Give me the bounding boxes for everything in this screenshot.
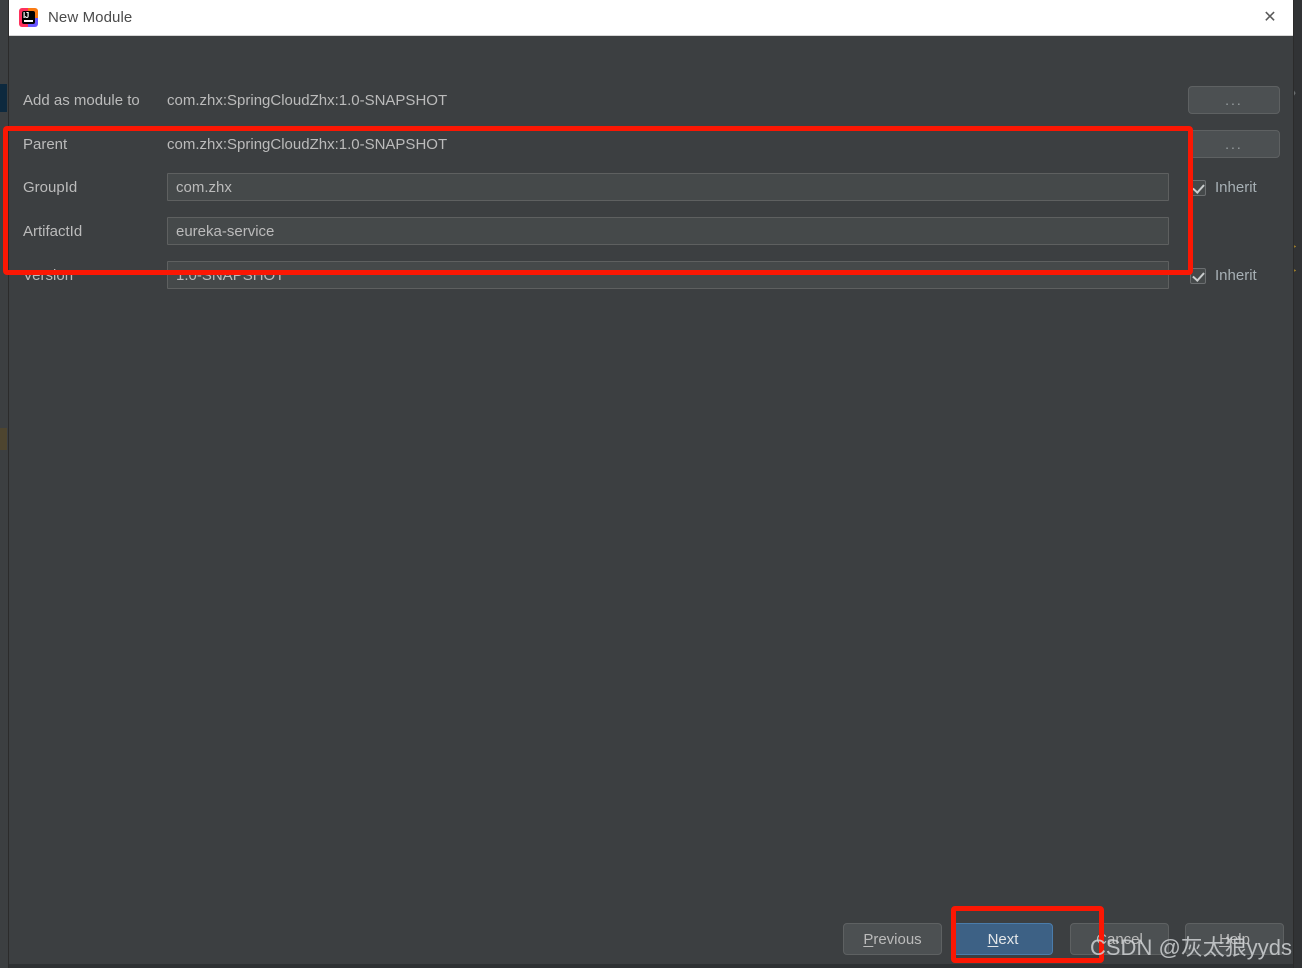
version-input[interactable]: 1.0-SNAPSHOT (167, 261, 1169, 289)
dialog-title: New Module (48, 9, 133, 26)
row-parent: Parent com.zhx:SpringCloudZhx:1.0-SNAPSH… (9, 122, 1293, 166)
dialog-body: Add as module to com.zhx:SpringCloudZhx:… (9, 36, 1293, 968)
screen: ❯ } } IJ New Module ✕ Add as module to c… (0, 0, 1302, 968)
add-as-module-to-browse-button[interactable]: ... (1188, 86, 1280, 114)
group-id-inherit-row[interactable]: Inherit (1190, 179, 1257, 196)
row-group-id: GroupId com.zhx (9, 165, 1293, 209)
row-artifact-id: ArtifactId eureka-service (9, 209, 1293, 253)
group-id-label: GroupId (23, 178, 78, 196)
add-as-module-to-value: com.zhx:SpringCloudZhx:1.0-SNAPSHOT (167, 91, 448, 109)
row-version: Version 1.0-SNAPSHOT (9, 253, 1293, 297)
version-inherit-checkbox[interactable] (1190, 267, 1206, 284)
row-add-as-module-to: Add as module to com.zhx:SpringCloudZhx:… (9, 78, 1293, 122)
new-module-dialog: IJ New Module ✕ Add as module to com.zhx… (8, 0, 1294, 968)
watermark: CSDN @灰太狼yyds (1090, 935, 1293, 960)
dialog-titlebar: IJ New Module ✕ (9, 0, 1293, 36)
dialog-bottom-edge (9, 964, 1293, 968)
version-inherit-label: Inherit (1215, 267, 1257, 284)
artifact-id-label: ArtifactId (23, 222, 83, 240)
intellij-idea-icon: IJ (19, 8, 38, 27)
background-window-left-edge (0, 0, 8, 968)
background-window-left-marker (0, 428, 7, 450)
version-inherit-row[interactable]: Inherit (1190, 267, 1257, 284)
group-id-inherit-checkbox[interactable] (1190, 179, 1206, 196)
background-window-left-selection (0, 84, 7, 112)
add-as-module-to-label: Add as module to (23, 91, 140, 109)
group-id-input[interactable]: com.zhx (167, 173, 1169, 201)
group-id-inherit-label: Inherit (1215, 179, 1257, 196)
parent-value: com.zhx:SpringCloudZhx:1.0-SNAPSHOT (167, 135, 448, 153)
artifact-id-input[interactable]: eureka-service (167, 217, 1169, 245)
close-icon[interactable]: ✕ (1247, 0, 1293, 36)
parent-label: Parent (23, 135, 68, 153)
next-button[interactable]: Next (953, 923, 1053, 955)
previous-button[interactable]: Previous (843, 923, 942, 955)
parent-browse-button[interactable]: ... (1188, 130, 1280, 158)
version-label: Version (23, 266, 74, 284)
